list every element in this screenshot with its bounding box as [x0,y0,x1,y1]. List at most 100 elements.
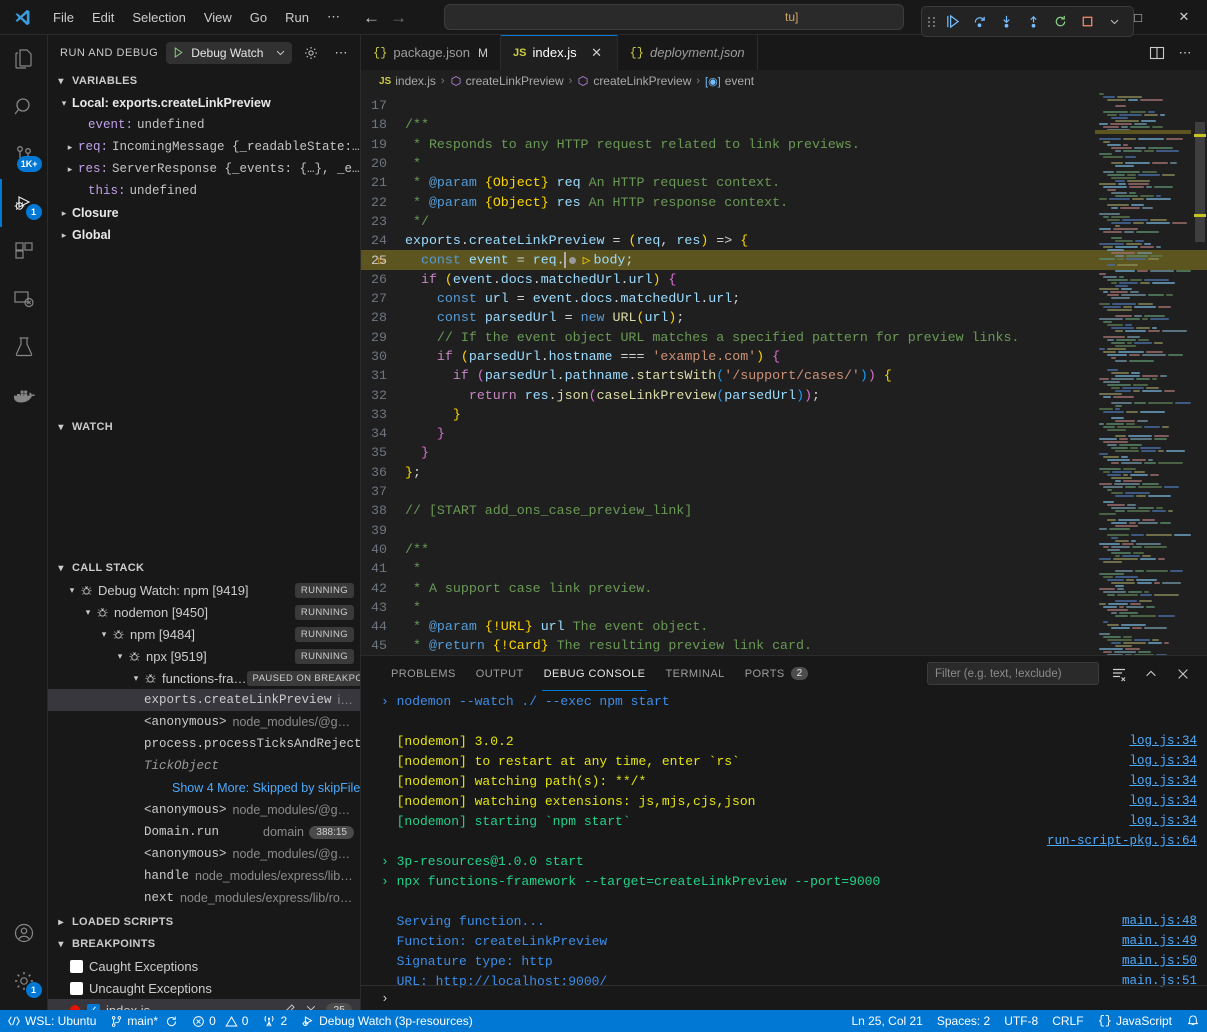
console-source-link[interactable]: main.js:49 [1122,934,1197,948]
status-problems[interactable]: 0 0 [185,1010,255,1032]
debug-configuration-select[interactable]: Debug Watch [166,42,292,64]
code-line[interactable]: 45 * @return {!Card} The resulting previ… [361,636,1207,655]
call-stack-frame[interactable]: next node_modules/express/lib/ro… [48,887,360,909]
code-line[interactable]: 23 */ [361,212,1207,231]
editor-scrollbar[interactable] [1193,92,1207,667]
chevron-up-icon[interactable] [1139,662,1163,686]
call-stack-session[interactable]: ▾ Debug Watch: npm [9419] RUNNING [48,579,360,601]
code-line[interactable]: 22 * @param {Object} res An HTTP respons… [361,192,1207,211]
code-line[interactable]: 29 // If the event object URL matches a … [361,328,1207,347]
variable-row-res[interactable]: ▸ res: ServerResponse {_events: {…}, _e… [48,158,360,180]
call-stack-frame[interactable]: process.processTicksAndRejections [48,733,360,755]
debug-settings-icon[interactable] [300,42,322,64]
variable-row-this[interactable]: this: undefined [48,180,360,202]
close-icon[interactable] [1171,662,1195,686]
menu-edit[interactable]: Edit [83,7,123,28]
status-eol[interactable]: CRLF [1045,1010,1090,1032]
code-line[interactable]: 25▷ const event = req.▷body; [361,250,1207,269]
section-loaded-scripts[interactable]: ▸ LOADED SCRIPTS [48,911,360,933]
code-line[interactable]: 19 * Responds to any HTTP request relate… [361,135,1207,154]
checkbox[interactable] [70,982,83,995]
call-stack-session[interactable]: ▾ nodemon [9450] RUNNING [48,601,360,623]
restart-icon[interactable] [1048,9,1073,34]
variable-row-event[interactable]: event: undefined [48,114,360,136]
clear-console-icon[interactable] [1107,662,1131,686]
menu-go[interactable]: Go [241,7,276,28]
call-stack-frame[interactable]: <anonymous> node_modules/@go… [48,843,360,865]
floating-debug-toolbar[interactable] [921,6,1134,37]
code-lines[interactable]: 1718/**19 * Responds to any HTTP request… [361,92,1207,656]
call-stack-session[interactable]: ▾ npm [9484] RUNNING [48,623,360,645]
minimap[interactable] [1095,92,1191,667]
tab-package-json[interactable]: {} package.json M [361,35,501,70]
code-line[interactable]: 36}; [361,463,1207,482]
call-stack-frame[interactable]: Domain.run domain 388:15 [48,821,360,843]
sidebar-more-actions-icon[interactable]: ⋯ [330,42,352,64]
drag-handle-icon[interactable] [928,17,936,27]
code-line[interactable]: 42 * A support case link preview. [361,578,1207,597]
code-line[interactable]: 37 [361,482,1207,501]
breadcrumb-symbol-3[interactable]: [◉] event [705,74,754,88]
breakpoint-caught-exceptions[interactable]: Caught Exceptions [48,955,360,977]
scrollbar-thumb[interactable] [1195,122,1205,242]
call-stack-frame[interactable]: <anonymous> node_modules/@go… [48,799,360,821]
activity-item-extensions[interactable] [0,227,48,275]
section-variables[interactable]: ▾ VARIABLES [48,70,360,92]
chevron-right-icon[interactable]: ▸ [56,230,72,241]
status-indentation[interactable]: Spaces: 2 [930,1010,997,1032]
variable-group-global[interactable]: ▸ Global [48,224,360,246]
code-line[interactable]: 33 } [361,405,1207,424]
call-stack-frame-selected[interactable]: exports.createLinkPreview ind… [48,689,360,711]
console-source-link[interactable]: log.js:34 [1129,754,1197,768]
code-line[interactable]: 41 * [361,559,1207,578]
activity-item-source-control[interactable]: 1K+ [0,131,48,179]
inline-suggest-icon[interactable]: ▷ [583,253,591,268]
chevron-right-icon[interactable]: ▸ [62,142,78,153]
chevron-right-icon[interactable]: ▸ [62,164,78,175]
breadcrumb-symbol-1[interactable]: createLinkPreview [450,74,564,88]
menu-view[interactable]: View [195,7,241,28]
code-line[interactable]: 43 * [361,598,1207,617]
menu-more[interactable]: ⋯ [318,6,349,28]
close-icon[interactable]: ✕ [589,45,605,61]
status-language-mode[interactable]: {} JavaScript [1091,1010,1179,1032]
activity-item-run-and-debug[interactable]: 1 [0,179,48,227]
menu-selection[interactable]: Selection [123,7,194,28]
call-stack-show-more[interactable]: Show 4 More: Skipped by skipFiles [48,777,360,799]
status-git-branch[interactable]: main* [103,1010,185,1032]
code-line[interactable]: 28 const parsedUrl = new URL(url); [361,308,1207,327]
status-notifications[interactable] [1179,1010,1207,1032]
go-forward-icon[interactable]: → [390,9,407,26]
go-back-icon[interactable]: ← [363,9,380,26]
code-editor[interactable]: 1718/**19 * Responds to any HTTP request… [361,92,1207,667]
menu-run[interactable]: Run [276,7,318,28]
step-over-icon[interactable] [967,9,992,34]
activity-item-accounts[interactable] [0,909,48,957]
console-source-link[interactable]: run-script-pkg.js:64 [1047,834,1197,848]
console-source-link[interactable]: main.js:48 [1122,914,1197,928]
tab-problems[interactable]: PROBLEMS [381,656,466,691]
call-stack-frame[interactable]: TickObject [48,755,360,777]
activity-item-manage[interactable]: 1 [0,957,48,1005]
code-line[interactable]: 24exports.createLinkPreview = (req, res)… [361,231,1207,250]
breakpoint-arrow-icon[interactable]: ▷ [375,253,389,268]
status-debug-session[interactable]: Debug Watch (3p-resources) [294,1010,480,1032]
activity-item-docker[interactable] [0,371,48,419]
chevron-right-icon[interactable]: ▸ [56,208,72,219]
code-line[interactable]: 30 if (parsedUrl.hostname === 'example.c… [361,347,1207,366]
section-breakpoints[interactable]: ▾ BREAKPOINTS [48,933,360,955]
code-line[interactable]: 44 * @param {!URL} url The event object. [361,617,1207,636]
code-line[interactable]: 39 [361,521,1207,540]
status-ports[interactable]: 2 [255,1010,294,1032]
tab-deployment-json[interactable]: {} deployment.json [618,35,758,70]
tab-terminal[interactable]: TERMINAL [655,656,734,691]
code-line[interactable]: 21 * @param {Object} req An HTTP request… [361,173,1207,192]
breakpoint-uncaught-exceptions[interactable]: Uncaught Exceptions [48,977,360,999]
console-source-link[interactable]: log.js:34 [1129,734,1197,748]
menu-file[interactable]: File [44,7,83,28]
section-call-stack[interactable]: ▾ CALL STACK [48,557,360,579]
code-line[interactable]: 27 const url = event.docs.matchedUrl.url… [361,289,1207,308]
call-stack-session-paused[interactable]: ▾ functions-fra… PAUSED ON BREAKPOINT [48,667,360,689]
section-watch[interactable]: ▾ WATCH [48,416,360,438]
activity-item-search[interactable] [0,83,48,131]
